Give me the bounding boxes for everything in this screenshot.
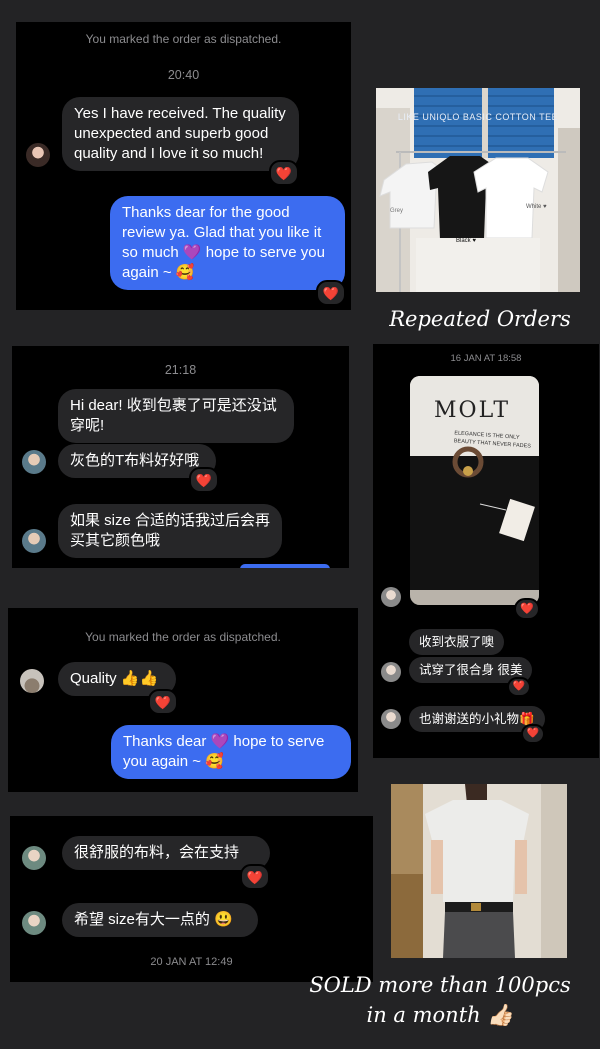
heart-reaction-icon[interactable]: ❤️: [521, 724, 545, 744]
packaging-brand: MOLT: [434, 398, 511, 423]
label-grey: Grey: [390, 208, 404, 214]
heart-reaction-icon[interactable]: ❤️: [514, 598, 540, 620]
system-notice: You marked the order as dispatched.: [85, 32, 282, 46]
outgoing-message[interactable]: Thanks dear 💜 hope to serve you again ~ …: [111, 725, 351, 779]
message-time: 20:40: [167, 68, 200, 82]
chat-panel-4: 很舒服的布料，会在支持 ❤️ 希望 size有大一点的 😃 20 JAN AT …: [10, 816, 373, 982]
outgoing-message-edge: [240, 564, 330, 568]
chat-panel-5: 16 JAN AT 18:58 MOLT ELEGANCE IS THE ONL…: [373, 344, 599, 758]
incoming-message[interactable]: 如果 size 合适的话我过后会再 买其它颜色哦: [58, 504, 282, 558]
avatar[interactable]: [22, 450, 46, 474]
outgoing-message[interactable]: Thanks dear for the good review ya. Glad…: [110, 196, 345, 290]
chat-panel-1: You marked the order as dispatched. 20:4…: [16, 22, 351, 310]
avatar[interactable]: [22, 846, 46, 870]
label-black: Black ♥: [456, 238, 476, 244]
heart-reaction-icon[interactable]: ❤️: [316, 280, 346, 306]
avatar[interactable]: [381, 662, 401, 682]
avatar[interactable]: [22, 911, 46, 935]
shared-photo[interactable]: MOLT ELEGANCE IS THE ONLY BEAUTY THAT NE…: [410, 376, 539, 605]
chat-panel-3: You marked the order as dispatched. Qual…: [8, 608, 358, 792]
avatar[interactable]: [26, 143, 50, 167]
message-time: 21:18: [164, 363, 197, 377]
label-white: White ♥: [526, 204, 547, 210]
system-notice: You marked the order as dispatched.: [85, 630, 281, 644]
avatar[interactable]: [20, 669, 44, 693]
heart-reaction-icon[interactable]: ❤️: [269, 160, 299, 186]
heart-reaction-icon[interactable]: ❤️: [507, 677, 531, 697]
avatar[interactable]: [381, 709, 401, 729]
incoming-message[interactable]: Hi dear! 收到包裹了可是还没试 穿呢!: [58, 389, 294, 443]
incoming-message[interactable]: Yes I have received. The quality unexpec…: [62, 97, 299, 171]
caption-sold: SOLD more than 100pcs in a month 👍🏻: [309, 973, 571, 1027]
incoming-message[interactable]: 希望 size有大一点的 😃: [62, 903, 258, 937]
message-timestamp: 20 JAN AT 12:49: [150, 956, 233, 968]
avatar[interactable]: [381, 587, 401, 607]
message-timestamp: 16 JAN AT 18:58: [450, 353, 522, 364]
product-photo: LIKE UNIQLO BASIC COTTON TEE Black ♥ Whi…: [376, 88, 580, 292]
incoming-message[interactable]: 收到衣服了噢: [409, 629, 505, 655]
avatar[interactable]: [22, 529, 46, 553]
caption-repeated-orders: Repeated Orders: [389, 307, 571, 331]
product-overlay-text: LIKE UNIQLO BASIC COTTON TEE: [397, 112, 559, 122]
incoming-message[interactable]: 很舒服的布料，会在支持: [62, 836, 270, 870]
heart-reaction-icon[interactable]: ❤️: [189, 467, 219, 493]
chat-panel-2: 21:18 Hi dear! 收到包裹了可是还没试 穿呢! 灰色的T布料好好哦 …: [12, 346, 349, 568]
heart-reaction-icon[interactable]: ❤️: [240, 864, 270, 890]
model-wearing-photo: [391, 784, 567, 958]
model-photo-illustration: [391, 784, 567, 958]
heart-reaction-icon[interactable]: ❤️: [148, 689, 178, 715]
